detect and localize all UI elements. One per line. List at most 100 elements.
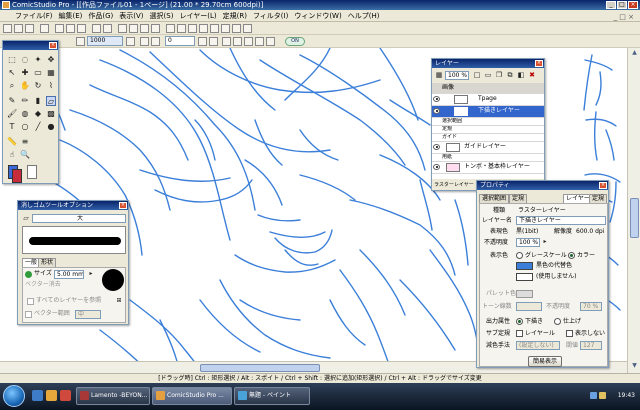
ruler-tool-icon[interactable]: 📏 <box>7 137 17 147</box>
transparent-color-swatch[interactable] <box>27 165 37 179</box>
vertical-scrollbar[interactable]: ▲ ▼ <box>627 48 640 373</box>
tone-lines-input[interactable] <box>516 302 542 311</box>
eraser-preset-select[interactable]: 大 <box>32 214 126 223</box>
eraser-tool-icon[interactable]: ▱ <box>46 96 56 106</box>
magnifier-icon[interactable]: 🔍 <box>20 150 30 160</box>
media-icon[interactable] <box>60 390 71 401</box>
new-file-icon[interactable] <box>3 24 12 33</box>
text-tool-icon[interactable]: T <box>7 122 17 132</box>
rotate-reset-icon[interactable] <box>198 37 207 46</box>
layer-row-trim[interactable]: トンボ・基本枠レイヤー <box>432 162 544 174</box>
copy-icon[interactable] <box>66 24 75 33</box>
snap-grid-icon[interactable] <box>233 37 242 46</box>
menu-edit[interactable]: 編集(E) <box>56 10 86 22</box>
property-panel-close-icon[interactable]: × <box>599 182 607 189</box>
layer-row-tpage[interactable]: Tpage <box>432 94 544 106</box>
layer-settings-icon[interactable]: ▦ <box>434 70 444 80</box>
text-icon[interactable] <box>166 24 175 33</box>
display-grayscale-radio[interactable] <box>516 252 523 259</box>
taskbar-button-comicstudio[interactable]: ComicStudio Pro ... <box>152 387 232 405</box>
rotate-tool-icon[interactable]: ↻ <box>33 81 43 91</box>
threshold-input[interactable]: 127 <box>580 341 602 350</box>
menu-file[interactable]: ファイル(F) <box>12 10 56 22</box>
layer-opacity-field[interactable]: 100 % <box>445 71 469 80</box>
minimize-button[interactable]: _ <box>606 1 616 9</box>
visibility-eye-icon[interactable] <box>433 108 440 114</box>
close-button[interactable]: × <box>628 1 638 9</box>
opacity-slider-icon[interactable]: ▸ <box>540 237 550 247</box>
zoom-out-icon[interactable] <box>76 37 85 46</box>
history-icon[interactable] <box>232 24 241 33</box>
tone-icon[interactable] <box>188 24 197 33</box>
hand-tool-icon[interactable]: ✋ <box>20 81 30 91</box>
menu-work[interactable]: 作品(G) <box>85 10 116 22</box>
background-color-swatch[interactable] <box>12 169 22 183</box>
show-desktop-icon[interactable] <box>32 390 43 401</box>
palette-swatch[interactable] <box>516 290 533 298</box>
pencil-tool-icon[interactable]: ✏ <box>20 96 30 106</box>
airbrush-tool-icon[interactable]: ◍ <box>20 109 30 119</box>
rotation-field[interactable]: 0 <box>165 36 195 46</box>
menu-view[interactable]: 表示(V) <box>116 10 146 22</box>
snap-frame-icon[interactable] <box>266 37 275 46</box>
display-color-radio[interactable] <box>568 252 575 259</box>
taskbar-button-lamento[interactable]: Lamento -BEYON... <box>76 387 150 405</box>
visibility-eye-icon[interactable] <box>433 96 440 102</box>
layer-folder-image[interactable]: 画像 <box>432 83 544 94</box>
output-draft-radio[interactable] <box>516 318 523 325</box>
actual-size-icon[interactable] <box>151 37 160 46</box>
duplicate-layer-icon[interactable]: ❐ <box>494 70 504 80</box>
menu-ruler[interactable]: 定規(R) <box>220 10 250 22</box>
eyedropper-tool-icon[interactable]: ⌇ <box>46 81 56 91</box>
undo-icon[interactable] <box>92 24 101 33</box>
opacity-input[interactable]: 100 % <box>516 238 540 247</box>
vector-range-checkbox[interactable] <box>25 311 32 318</box>
new-folder-icon[interactable]: ▭ <box>483 70 493 80</box>
taskbar-button-paint[interactable]: 無題 - ペイント <box>234 387 310 405</box>
layer-row-guide[interactable]: ガイドレイヤー <box>432 142 544 154</box>
color-icon[interactable] <box>243 24 252 33</box>
open-icon[interactable] <box>14 24 23 33</box>
wand-tool-icon[interactable]: ✦ <box>33 55 43 65</box>
redo-icon[interactable] <box>103 24 112 33</box>
layer-mask-icon[interactable]: ◧ <box>516 70 526 80</box>
start-button[interactable] <box>3 385 25 407</box>
menu-select[interactable]: 選択(S) <box>147 10 177 22</box>
output-final-radio[interactable] <box>554 318 561 325</box>
guide-icon[interactable] <box>140 24 149 33</box>
grid-icon[interactable] <box>118 24 127 33</box>
layer-group-paper[interactable]: 用紙 <box>432 154 544 162</box>
simple-view-button[interactable]: 簡易表示 <box>528 356 562 367</box>
paste-icon[interactable] <box>77 24 86 33</box>
zoom-in-icon[interactable] <box>126 37 135 46</box>
delete-layer-icon[interactable]: ✖ <box>527 70 537 80</box>
zoom-tool-icon[interactable]: ⌕ <box>7 81 17 91</box>
hand-grab-icon[interactable]: ☝ <box>7 150 17 160</box>
brush-tool-icon[interactable]: 🖌 <box>7 109 17 119</box>
fit-icon[interactable] <box>140 37 149 46</box>
marquee-tool-icon[interactable]: ⬚ <box>7 55 17 65</box>
lasso-tool-icon[interactable]: ◌ <box>20 55 30 65</box>
frame-tool-icon[interactable]: ▭ <box>33 68 43 78</box>
reduce-color-select[interactable]: (設定しない) <box>516 341 560 350</box>
save-icon[interactable] <box>25 24 34 33</box>
pattern-tool-icon[interactable]: ▩ <box>46 109 56 119</box>
move-tool-icon[interactable]: ✥ <box>46 55 56 65</box>
clock[interactable]: 19:43 <box>618 387 635 405</box>
sub-ruler-checkbox[interactable] <box>516 330 523 337</box>
layer-name-input[interactable]: 下描きレイヤー <box>516 216 606 225</box>
tab-ruler[interactable]: 定規 <box>509 194 528 203</box>
hand-icon[interactable] <box>222 37 231 46</box>
property-icon[interactable] <box>221 24 230 33</box>
tab-selection[interactable]: 選択範囲 <box>479 194 510 203</box>
toggle-pill[interactable]: ON <box>285 37 305 46</box>
layer-move-icon[interactable]: ✚ <box>20 68 30 78</box>
vertical-scroll-thumb[interactable] <box>630 198 639 238</box>
menu-filter[interactable]: フィルタ(I) <box>250 10 291 22</box>
menu-layer[interactable]: レイヤー(L) <box>176 10 219 22</box>
snap-guide-icon[interactable] <box>255 37 264 46</box>
size-input[interactable]: 5.00 mm <box>54 270 84 279</box>
white-substitute-swatch[interactable] <box>516 273 533 281</box>
frame-icon[interactable] <box>151 24 160 33</box>
cut-icon[interactable] <box>55 24 64 33</box>
